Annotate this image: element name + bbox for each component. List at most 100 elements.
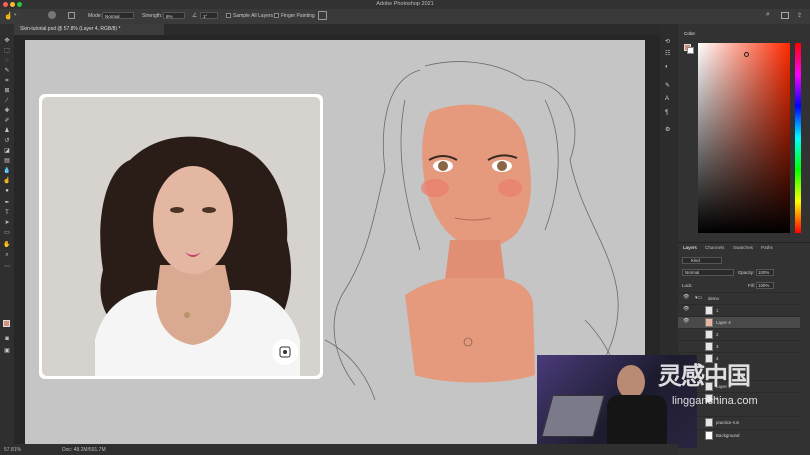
color-panel-background[interactable] bbox=[687, 47, 694, 54]
settings-gear-icon[interactable]: ⚙ bbox=[665, 126, 670, 133]
layer-thumbnail bbox=[705, 330, 713, 339]
layer-group-row[interactable]: 👁 ▾▭ demo bbox=[678, 292, 800, 304]
search-icon[interactable]: ⌕ bbox=[766, 11, 770, 19]
tools-panel: ✥ ⬚ ◌ ✎ ⌗ ⊠ ⁄ ✚ ✐ ♟ ↺ ◪ ▤ 💧 ☝ ● ✒ T ➤ ▭ … bbox=[0, 24, 14, 444]
share-icon[interactable]: ⇪ bbox=[797, 12, 802, 19]
mode-label: Mode: bbox=[88, 13, 102, 19]
eraser-tool-icon[interactable]: ◪ bbox=[3, 148, 11, 155]
title-bar: Adobe Photoshop 2021 bbox=[0, 0, 810, 9]
finger-painting-checkbox[interactable] bbox=[274, 13, 279, 18]
layer-thumbnail bbox=[705, 318, 713, 327]
pressure-icon[interactable] bbox=[318, 11, 327, 20]
hue-slider[interactable] bbox=[795, 43, 801, 233]
adjustments-icon[interactable]: ◐ bbox=[665, 64, 669, 70]
zoom-level[interactable]: 57.81% bbox=[4, 447, 21, 453]
healing-tool-icon[interactable]: ✚ bbox=[3, 108, 11, 115]
swatches-tab[interactable]: Swatches bbox=[733, 245, 753, 250]
history-icon[interactable]: ⟲ bbox=[665, 38, 670, 45]
opacity-label: Opacity: bbox=[738, 270, 755, 275]
foreground-color-swatch[interactable] bbox=[3, 320, 10, 327]
eyedropper-tool-icon[interactable]: ⁄ bbox=[3, 98, 11, 105]
document-tab-bar: Skin-tutorial.psd @ 57.8% (Layer 4, RGB/… bbox=[14, 24, 674, 35]
fill-label: Fill: bbox=[748, 283, 755, 288]
options-bar: ☝ ▾ Mode: Normal Strength: 6% ∠ 1° Sampl… bbox=[0, 9, 810, 25]
status-bar: 57.81% Doc: 48.2M/591.7M bbox=[0, 444, 678, 455]
layer-row-selected[interactable]: 👁 Layer 4 bbox=[678, 316, 800, 328]
opacity-input[interactable]: 100% bbox=[756, 269, 774, 276]
lock-label: Lock: bbox=[682, 283, 693, 288]
layer-name: 3 bbox=[716, 344, 719, 349]
document-tab-label: Skin-tutorial.psd @ 57.8% (Layer 4, RGB/… bbox=[20, 26, 121, 32]
frame-tool-icon[interactable]: ⊠ bbox=[3, 88, 11, 95]
more-tools-icon[interactable]: ⋯ bbox=[3, 264, 11, 271]
color-panel-tab[interactable]: Color bbox=[684, 31, 695, 36]
clone-stamp-tool-icon[interactable]: ♟ bbox=[3, 128, 11, 135]
type-tool-icon[interactable]: T bbox=[3, 210, 11, 217]
layer-name: 2 bbox=[716, 332, 719, 337]
document-size[interactable]: Doc: 48.2M/591.7M bbox=[62, 447, 106, 453]
sample-all-layers-checkbox[interactable] bbox=[226, 13, 231, 18]
smudge-tool-icon[interactable]: ☝ bbox=[4, 12, 13, 20]
blend-mode-select[interactable]: Normal bbox=[682, 269, 734, 276]
path-select-tool-icon[interactable]: ➤ bbox=[3, 220, 11, 227]
quick-mask-icon[interactable]: ◙ bbox=[3, 336, 11, 343]
character-icon[interactable]: A bbox=[665, 96, 669, 102]
gradient-tool-icon[interactable]: ▤ bbox=[3, 158, 11, 165]
watermark-domain: lingganchina.com bbox=[672, 395, 758, 407]
reference-photo bbox=[39, 94, 323, 379]
angle-input[interactable]: 1° bbox=[200, 12, 218, 19]
color-picker-cursor[interactable] bbox=[744, 52, 749, 57]
color-field[interactable] bbox=[698, 43, 790, 233]
paths-tab[interactable]: Paths bbox=[761, 245, 773, 250]
layer-name: Layer 4 bbox=[716, 320, 731, 325]
crop-tool-icon[interactable]: ⌗ bbox=[3, 78, 11, 85]
properties-icon[interactable]: ☷ bbox=[665, 50, 670, 57]
strength-input[interactable]: 6% bbox=[163, 12, 185, 19]
fill-input[interactable]: 100% bbox=[756, 282, 774, 289]
zoom-tool-icon[interactable]: ⌕ bbox=[3, 252, 11, 259]
brush-preset-icon[interactable] bbox=[48, 11, 56, 19]
hand-tool-icon[interactable]: ✋ bbox=[3, 242, 11, 249]
layer-name: 1 bbox=[716, 308, 719, 313]
app-title: Adobe Photoshop 2021 bbox=[376, 1, 434, 7]
screen-mode-icon[interactable]: ▣ bbox=[3, 348, 11, 355]
strength-label: Strength: bbox=[142, 13, 163, 19]
layer-filter-label: Kind bbox=[691, 258, 700, 263]
layer-filter-select[interactable]: Kind bbox=[682, 257, 722, 264]
layer-thumbnail bbox=[705, 342, 713, 351]
layer-row[interactable]: 3 bbox=[678, 340, 800, 352]
layer-thumbnail bbox=[705, 431, 713, 440]
eye-icon[interactable]: 👁 bbox=[683, 318, 689, 324]
layers-tab[interactable]: Layers bbox=[683, 245, 697, 250]
eye-icon[interactable]: 👁 bbox=[683, 294, 689, 300]
layer-thumbnail bbox=[705, 306, 713, 315]
chevron-down-icon[interactable]: ▾ bbox=[14, 12, 17, 18]
mode-select[interactable]: Normal bbox=[102, 12, 134, 19]
marquee-tool-icon[interactable]: ⬚ bbox=[3, 48, 11, 55]
quick-select-tool-icon[interactable]: ✎ bbox=[3, 68, 11, 75]
blur-tool-icon[interactable]: 💧 bbox=[3, 168, 11, 175]
layer-thumbnail bbox=[705, 418, 713, 427]
layer-row[interactable]: 2 bbox=[678, 328, 800, 340]
brush-tool-icon[interactable]: ✐ bbox=[3, 118, 11, 125]
blend-mode-value: Normal bbox=[685, 270, 700, 275]
layer-name: practice-run bbox=[716, 420, 740, 425]
finger-painting-label: Finger Painting bbox=[281, 13, 315, 19]
watermark-logo: 灵感中国 bbox=[658, 362, 751, 390]
rectangle-tool-icon[interactable]: ▭ bbox=[3, 230, 11, 237]
brushes-icon[interactable]: ✎ bbox=[665, 82, 670, 89]
pen-tool-icon[interactable]: ✒ bbox=[3, 200, 11, 207]
paragraph-icon[interactable]: ¶ bbox=[665, 110, 668, 116]
layer-name: Background bbox=[716, 433, 740, 438]
smudge-tool-active-icon[interactable]: ☝ bbox=[3, 178, 11, 185]
history-brush-tool-icon[interactable]: ↺ bbox=[3, 138, 11, 145]
dodge-tool-icon[interactable]: ● bbox=[3, 188, 11, 195]
move-tool-icon[interactable]: ✥ bbox=[3, 38, 11, 45]
layer-row[interactable]: 👁 1 bbox=[678, 304, 800, 316]
lasso-tool-icon[interactable]: ◌ bbox=[3, 58, 11, 65]
workspace-icon[interactable] bbox=[781, 12, 789, 19]
eye-icon[interactable]: 👁 bbox=[683, 306, 689, 312]
brush-settings-icon[interactable] bbox=[68, 12, 75, 19]
channels-tab[interactable]: Channels bbox=[705, 245, 724, 250]
document-tab[interactable]: Skin-tutorial.psd @ 57.8% (Layer 4, RGB/… bbox=[14, 24, 164, 35]
